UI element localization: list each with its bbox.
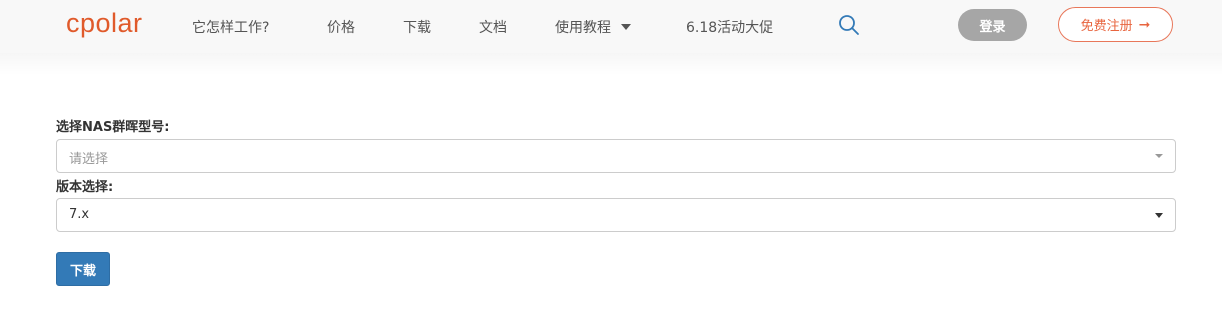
caret-down-icon bbox=[1155, 154, 1163, 158]
caret-down-icon bbox=[621, 24, 631, 30]
nav-pricing[interactable]: 价格 bbox=[327, 17, 355, 37]
arrow-right-icon: ➞ bbox=[1138, 16, 1151, 33]
register-button-label: 免费注册 bbox=[1080, 19, 1133, 34]
nav-tutorials-label: 使用教程 bbox=[555, 20, 611, 36]
nas-model-placeholder: 请选择 bbox=[69, 152, 109, 167]
nav-618-promo[interactable]: 6.18活动大促 bbox=[686, 17, 773, 37]
top-navbar: cpolar 它怎样工作? 价格 下载 文档 使用教程 6.18活动大促 登录 … bbox=[0, 0, 1222, 53]
cpolar-logo[interactable]: cpolar bbox=[66, 8, 143, 39]
download-button[interactable]: 下载 bbox=[56, 252, 110, 286]
nas-model-select[interactable]: 请选择 bbox=[56, 139, 1176, 173]
nav-how-it-works[interactable]: 它怎样工作? bbox=[192, 17, 269, 37]
nav-docs[interactable]: 文档 bbox=[479, 17, 507, 37]
nas-model-label: 选择NAS群晖型号: bbox=[56, 120, 170, 135]
navbar-shadow bbox=[0, 53, 1222, 75]
register-button[interactable]: 免费注册 ➞ bbox=[1058, 7, 1173, 42]
search-icon[interactable] bbox=[838, 14, 860, 36]
version-label: 版本选择: bbox=[56, 180, 114, 195]
version-select[interactable]: 7.x bbox=[56, 198, 1176, 232]
version-selected-value: 7.x bbox=[69, 207, 90, 222]
nav-tutorials-dropdown[interactable]: 使用教程 bbox=[555, 17, 631, 37]
caret-down-icon bbox=[1155, 213, 1163, 218]
login-button[interactable]: 登录 bbox=[958, 9, 1027, 41]
nav-download[interactable]: 下载 bbox=[403, 17, 431, 37]
